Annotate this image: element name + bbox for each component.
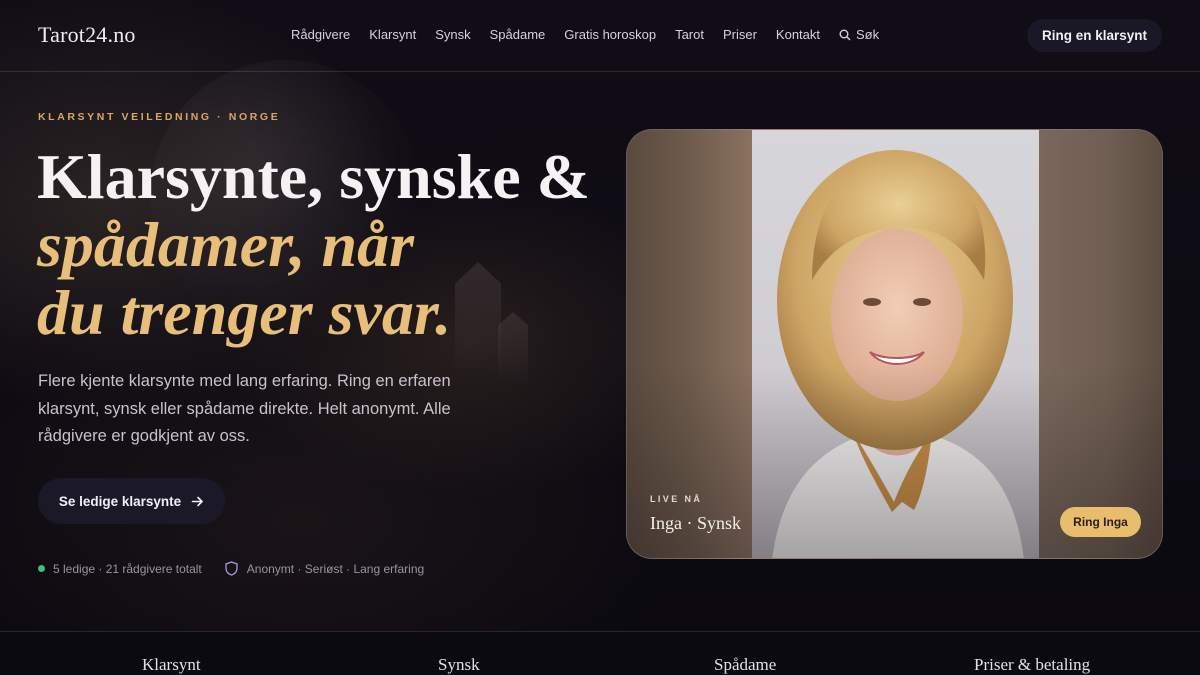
advisor-name: Inga · Synsk xyxy=(650,513,741,533)
hero-title-line-1: Klarsynte, synske & xyxy=(37,141,590,212)
call-advisor-button[interactable]: Ring Inga xyxy=(1060,507,1141,537)
category-synsk[interactable]: Synsk xyxy=(438,655,480,675)
nav-item-synsk[interactable]: Synsk xyxy=(435,27,470,42)
site-logo[interactable]: Tarot24.no xyxy=(38,22,136,48)
arrow-right-icon xyxy=(191,496,203,506)
category-klarsynt[interactable]: Klarsynt xyxy=(142,655,201,675)
featured-advisor-card[interactable]: LIVE NÅ Inga · Synsk Ring Inga xyxy=(626,129,1163,559)
main-menu: Rådgivere Klarsynt Synsk Spådame Gratis … xyxy=(291,27,879,42)
hero-title-line-2: spådamer, når xyxy=(37,209,414,280)
search-label: Søk xyxy=(856,27,880,42)
nav-item-kontakt[interactable]: Kontakt xyxy=(776,27,820,42)
top-navigation: Tarot24.no Rådgivere Klarsynt Synsk Spåd… xyxy=(0,0,1200,72)
hero-title: Klarsynte, synske & spådamer, når du tre… xyxy=(37,143,597,347)
hero-eyebrow: KLARSYNT VEILEDNING · NORGE xyxy=(38,111,281,123)
live-now-label: LIVE NÅ xyxy=(650,494,703,504)
hero-lead-text: Flere kjente klarsynte med lang erfaring… xyxy=(38,372,451,445)
nav-item-radgivere[interactable]: Rådgivere xyxy=(291,27,350,42)
search-button[interactable]: Søk xyxy=(839,27,879,42)
status-dot-icon xyxy=(38,565,45,572)
shield-icon xyxy=(225,561,238,576)
hero-title-line-3: du trenger svar. xyxy=(37,277,452,348)
see-available-label: Se ledige klarsynte xyxy=(58,493,182,509)
nav-item-klarsynt[interactable]: Klarsynt xyxy=(369,27,416,42)
call-clairvoyant-button[interactable]: Ring en klarsynt xyxy=(1027,19,1162,52)
nav-item-tarot[interactable]: Tarot xyxy=(675,27,704,42)
see-available-button[interactable]: Se ledige klarsynte xyxy=(38,478,225,524)
search-icon xyxy=(839,29,851,40)
availability-status: 5 ledige · 21 rådgivere totalt xyxy=(53,561,202,576)
nav-item-spadame[interactable]: Spådame xyxy=(490,27,546,42)
trust-text: Anonymt · Seriøst · Lang erfaring xyxy=(246,561,425,576)
hero-meta: 5 ledige · 21 rådgivere totalt Anonymt ·… xyxy=(38,561,424,576)
category-spadame[interactable]: Spådame xyxy=(714,655,776,675)
category-priser-betaling[interactable]: Priser & betaling xyxy=(974,655,1090,675)
card-overlay xyxy=(627,130,1162,558)
category-strip: Klarsynt Synsk Spådame Priser & betaling xyxy=(0,631,1200,675)
nav-item-priser[interactable]: Priser xyxy=(723,27,757,42)
nav-item-gratis-horoskop[interactable]: Gratis horoskop xyxy=(564,27,656,42)
